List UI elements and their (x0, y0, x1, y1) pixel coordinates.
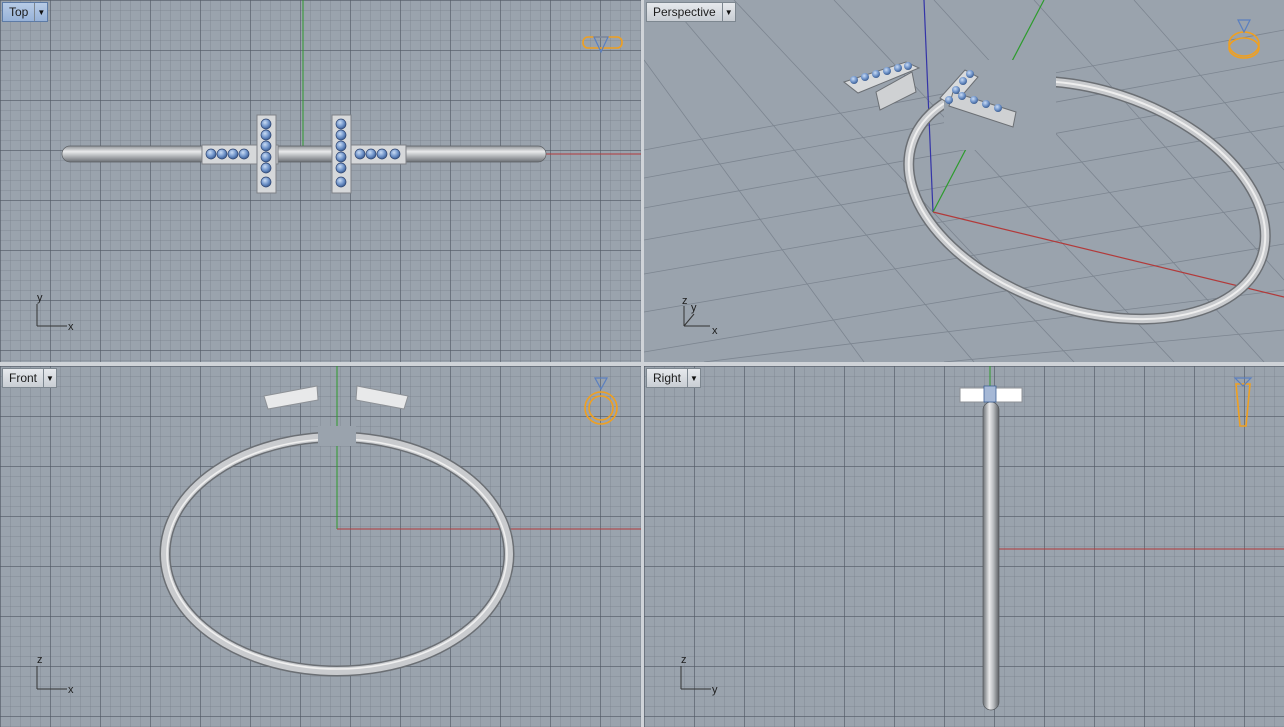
bangle-gap (318, 426, 356, 446)
viewport-label[interactable]: Perspective (647, 3, 722, 21)
gem-side (983, 385, 997, 403)
triad-label-a: x (68, 321, 74, 333)
left-t-profile[interactable] (263, 385, 319, 410)
top-scene[interactable]: x y (0, 0, 641, 362)
bangle-band-side[interactable] (982, 401, 1000, 711)
ring-front-view-icon[interactable] (584, 377, 618, 425)
triad-label-b: y (37, 292, 43, 304)
dropdown-arrow-icon[interactable]: ▼ (721, 3, 735, 21)
front-scene[interactable]: x z (0, 366, 641, 727)
axis-triad: x y z (682, 295, 718, 337)
ring-side-view-icon[interactable] (1233, 377, 1253, 427)
triad-label-a: x (712, 325, 718, 337)
viewport-label[interactable]: Front (3, 369, 43, 387)
perspective-grid (644, 0, 1284, 362)
bangle-band[interactable] (61, 145, 547, 163)
right-scene[interactable]: y z (644, 366, 1284, 727)
right-t-profile[interactable] (355, 385, 409, 410)
axis-triad: x y (36, 292, 74, 333)
viewport-perspective[interactable]: Perspective ▼ x y z (644, 0, 1284, 362)
viewport-label[interactable]: Top (3, 3, 34, 21)
dropdown-arrow-icon[interactable]: ▼ (34, 3, 47, 21)
triad-label-a: y (712, 684, 718, 696)
ring-top-view-icon[interactable] (582, 36, 623, 54)
viewport-top[interactable]: Top ▼ x y (0, 0, 641, 362)
triad-label-b: z (37, 654, 43, 666)
viewport-tab-perspective[interactable]: Perspective ▼ (646, 2, 736, 22)
triad-label-a: x (68, 684, 74, 696)
triad-label-b: y (691, 302, 697, 314)
perspective-scene[interactable]: x y z (644, 0, 1284, 362)
x-axis-line (932, 211, 1284, 298)
axis-triad: y z (680, 654, 718, 696)
viewport-front[interactable]: Front ▼ x z (0, 366, 641, 727)
dropdown-arrow-icon[interactable]: ▼ (687, 369, 700, 387)
viewport-right[interactable]: Right ▼ y z (644, 366, 1284, 727)
viewport-tab-right[interactable]: Right ▼ (646, 368, 702, 388)
viewport-tab-front[interactable]: Front ▼ (2, 368, 58, 388)
viewport-label[interactable]: Right (647, 369, 687, 387)
axis-triad: x z (36, 654, 74, 696)
triad-label-b: z (681, 654, 687, 666)
viewport-tab-top[interactable]: Top ▼ (2, 2, 49, 22)
dropdown-arrow-icon[interactable]: ▼ (43, 369, 56, 387)
triad-label-c: z (682, 295, 688, 307)
ring-perspective-icon[interactable] (1228, 19, 1260, 59)
